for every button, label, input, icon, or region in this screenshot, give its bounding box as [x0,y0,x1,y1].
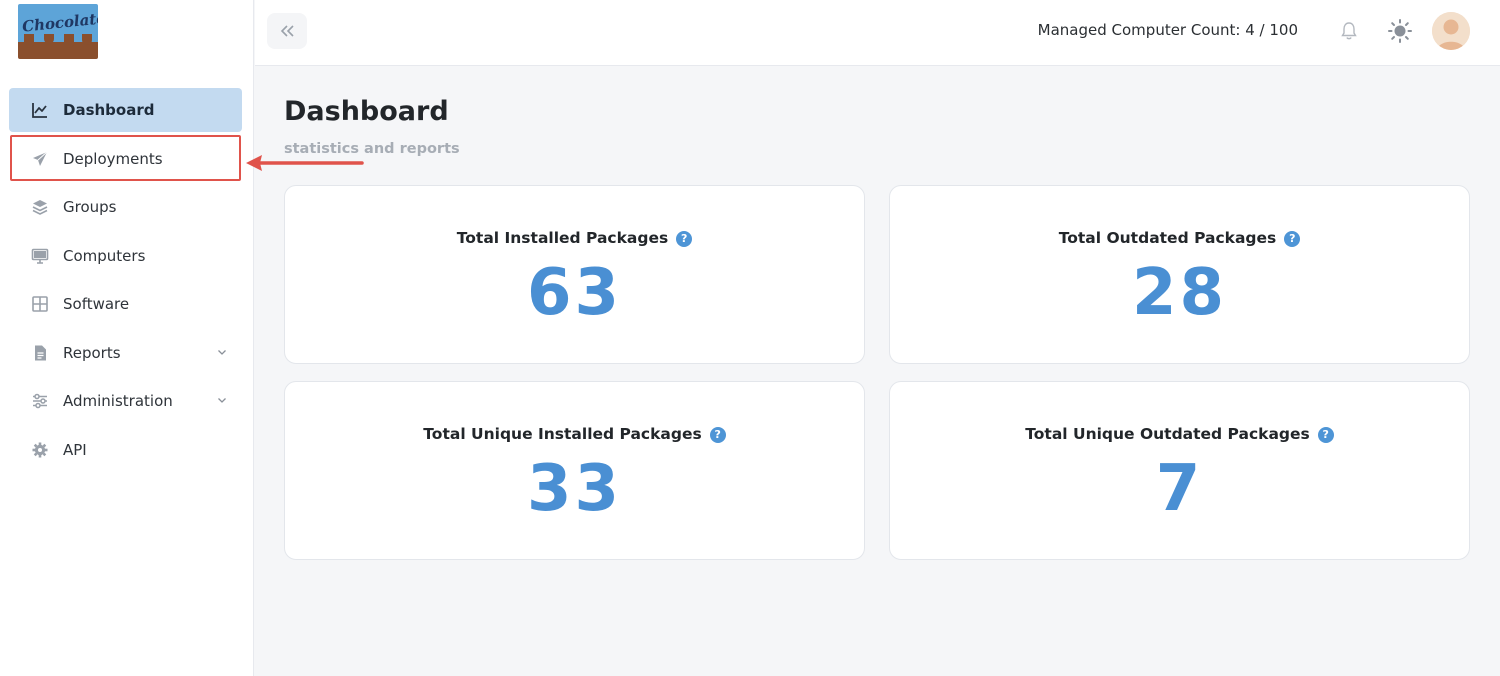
card-title-text: Total Outdated Packages [1058,229,1277,247]
chart-line-icon [31,101,49,119]
sun-icon[interactable] [1387,18,1413,44]
card-title: Total Unique Installed Packages? [285,425,864,443]
sidebar-item-label: Deployments [63,149,163,168]
card-title: Total Installed Packages? [285,229,864,247]
help-icon[interactable]: ? [709,427,726,443]
stat-card-unique-installed: Total Unique Installed Packages? 33 [284,381,865,560]
sidebar: Chocolatey Dashboard Deployments Groups … [0,0,254,676]
chevron-down-icon[interactable] [216,346,228,358]
sidebar-item-label: API [63,440,87,459]
chevron-down-icon[interactable] [216,394,228,406]
card-value: 7 [1155,452,1204,526]
sidebar-item-dashboard[interactable]: Dashboard [9,88,242,132]
logo-drip [64,34,74,48]
sidebar-item-label: Groups [63,198,117,216]
file-report-icon [31,344,49,362]
bell-icon[interactable] [1340,21,1358,41]
stat-card-total-outdated: Total Outdated Packages? 28 [889,185,1470,364]
sidebar-item-label: Software [63,295,130,313]
monitor-icon [31,247,49,265]
sliders-icon [31,392,49,410]
sidebar-item-computers[interactable]: Computers [9,234,242,278]
grid-icon [31,295,49,313]
sidebar-item-api[interactable]: API [9,428,242,472]
help-icon[interactable]: ? [1317,427,1334,443]
card-title-text: Total Unique Installed Packages [423,425,702,443]
stat-card-total-installed: Total Installed Packages? 63 [284,185,865,364]
card-value: 28 [1131,256,1228,330]
card-title-text: Total Installed Packages [456,229,669,247]
help-icon[interactable]: ? [1284,231,1301,247]
page-title: Dashboard [284,96,449,127]
stat-card-unique-outdated: Total Unique Outdated Packages? 7 [889,381,1470,560]
managed-computer-count: Managed Computer Count: 4 / 100 [1037,21,1298,39]
sidebar-item-software[interactable]: Software [9,282,242,326]
top-header: Managed Computer Count: 4 / 100 [255,0,1500,66]
collapse-sidebar-button[interactable] [267,13,307,49]
user-avatar-icon [1432,12,1470,50]
page-subtitle: statistics and reports [284,141,460,157]
paper-plane-icon [31,150,49,168]
logo-drip [82,34,92,45]
sidebar-nav: Dashboard Deployments Groups Computers S… [9,88,242,476]
sidebar-item-groups[interactable]: Groups [9,185,242,229]
sidebar-item-administration[interactable]: Administration [9,379,242,423]
gear-icon [31,441,49,459]
card-title: Total Outdated Packages? [890,229,1469,247]
sidebar-item-label: Reports [63,343,121,362]
avatar[interactable] [1432,12,1470,50]
layers-icon [31,198,49,216]
card-value: 63 [526,256,623,330]
help-icon[interactable]: ? [676,231,693,247]
card-title-text: Total Unique Outdated Packages [1025,425,1310,443]
logo-drip [44,34,54,44]
card-value: 33 [526,452,623,526]
sidebar-item-deployments[interactable]: Deployments [9,137,242,181]
sidebar-item-label: Administration [63,392,173,410]
chocolatey-logo[interactable]: Chocolatey [18,4,98,59]
sidebar-item-label: Dashboard [63,101,155,119]
logo-drip [24,34,34,48]
double-chevron-left-icon [280,25,294,37]
sidebar-item-reports[interactable]: Reports [9,331,242,375]
sidebar-item-label: Computers [63,246,146,265]
card-title: Total Unique Outdated Packages? [890,425,1469,443]
